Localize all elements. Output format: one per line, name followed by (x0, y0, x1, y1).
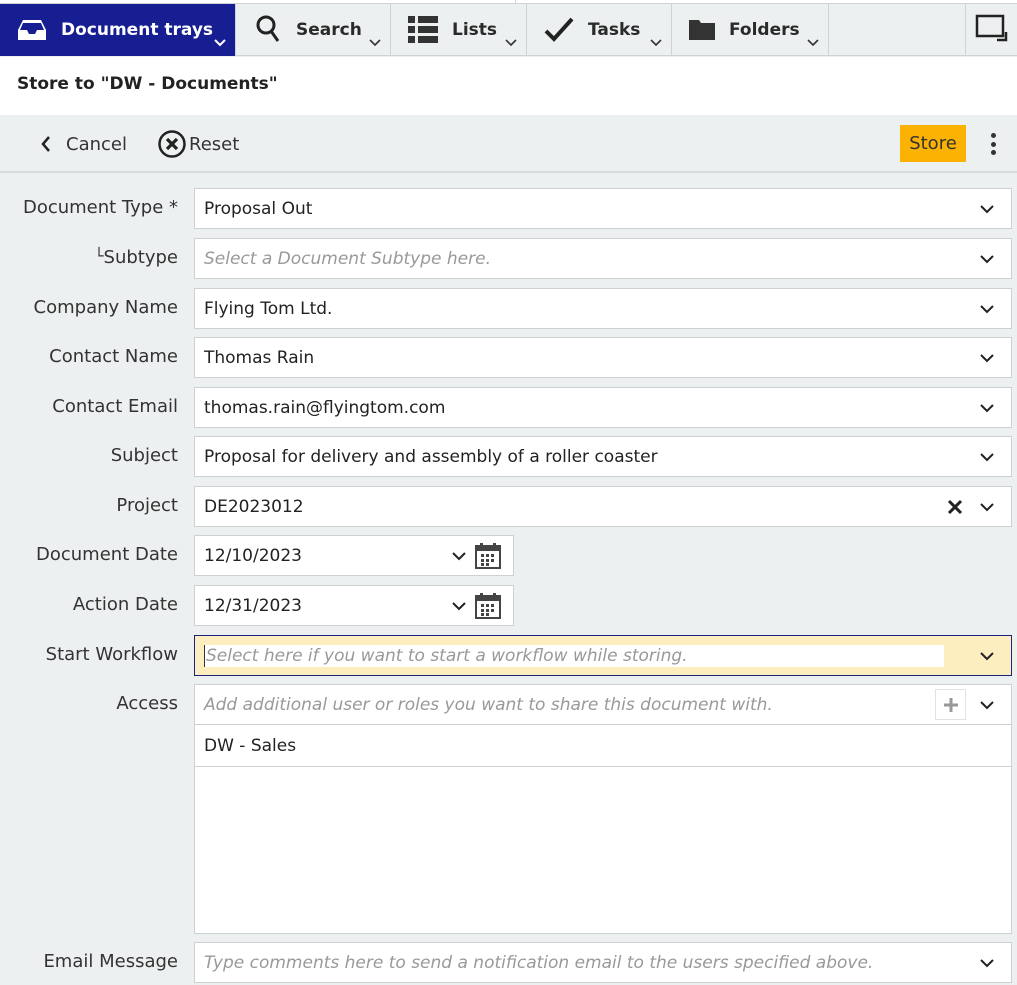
subtype-prefix: └ (94, 247, 104, 265)
toolbar: Cancel Reset Store (0, 115, 1017, 173)
start-workflow-label: Start Workflow (45, 644, 178, 665)
action-date-label: Action Date (72, 594, 178, 615)
contact-name-label: Contact Name (49, 346, 178, 367)
more-options-icon[interactable] (984, 129, 1002, 159)
chevron-down-icon[interactable] (972, 393, 1002, 423)
page-header: Store to "DW - Documents" (0, 57, 1017, 115)
subtype-field[interactable]: Select a Document Subtype here. (194, 238, 1012, 279)
subtype-placeholder: Select a Document Subtype here. (204, 248, 491, 269)
chevron-down-icon[interactable] (972, 492, 1002, 522)
folder-icon (689, 20, 715, 40)
access-list: DW - Sales (194, 725, 1012, 934)
chevron-down-icon[interactable] (213, 33, 227, 52)
subject-field[interactable]: Proposal for delivery and assembly of a … (194, 436, 1012, 477)
main-nav: Document trays Search Lists Tasks Folder… (0, 4, 1017, 56)
page-title: Store to "DW - Documents" (17, 74, 278, 94)
tab-folders[interactable]: Folders (672, 4, 829, 56)
tab-label: Search (296, 20, 362, 40)
tab-label: Folders (729, 20, 800, 40)
subtype-label: └Subtype (94, 247, 178, 268)
tab-tasks[interactable]: Tasks (527, 4, 672, 56)
chevron-down-icon[interactable] (449, 591, 469, 621)
access-list-item[interactable]: DW - Sales (195, 725, 1011, 767)
chevron-down-icon[interactable] (972, 690, 1002, 720)
contact-name-value: Thomas Rain (204, 347, 315, 368)
project-label: Project (116, 495, 178, 516)
company-name-value: Flying Tom Ltd. (204, 298, 333, 319)
chevron-down-icon[interactable] (806, 33, 820, 52)
project-value: DE2023012 (204, 496, 304, 517)
document-type-field[interactable]: Proposal Out (194, 188, 1012, 229)
subject-value: Proposal for delivery and assembly of a … (204, 446, 658, 467)
plus-icon (943, 697, 958, 712)
chevron-down-icon[interactable] (449, 541, 469, 571)
email-message-field[interactable]: Type comments here to send a notificatio… (194, 942, 1012, 983)
access-placeholder: Add additional user or roles you want to… (204, 694, 773, 715)
subject-label: Subject (110, 445, 178, 466)
access-field[interactable]: Add additional user or roles you want to… (194, 684, 1012, 725)
reset-icon (157, 129, 187, 159)
document-date-field[interactable]: 12/10/2023 (194, 535, 514, 576)
window-resize-icon (975, 14, 1009, 46)
store-button[interactable]: Store (900, 125, 966, 162)
chevron-down-icon[interactable] (972, 343, 1002, 373)
chevron-down-icon[interactable] (504, 33, 518, 52)
document-date-label: Document Date (36, 544, 178, 565)
chevron-down-icon[interactable] (972, 641, 1002, 671)
tab-label: Tasks (588, 20, 641, 40)
reset-label: Reset (189, 133, 240, 155)
calendar-icon[interactable] (475, 542, 501, 569)
tab-label: Lists (452, 20, 498, 40)
search-icon (256, 15, 282, 45)
checkmark-icon (544, 17, 574, 43)
company-name-label: Company Name (33, 297, 178, 318)
chevron-down-icon[interactable] (649, 33, 663, 52)
chevron-down-icon[interactable] (368, 33, 382, 52)
tab-lists[interactable]: Lists (391, 4, 527, 56)
email-message-label: Email Message (43, 951, 178, 972)
list-icon (408, 16, 438, 44)
window-resize-button[interactable] (965, 4, 1017, 56)
chevron-down-icon[interactable] (972, 294, 1002, 324)
document-type-label: Document Type * (22, 197, 178, 218)
tab-label: Document trays (61, 20, 214, 40)
contact-email-value: thomas.rain@flyingtom.com (204, 397, 446, 418)
subtype-label-text: Subtype (103, 247, 178, 268)
email-message-placeholder: Type comments here to send a notificatio… (204, 952, 874, 973)
access-label: Access (116, 693, 178, 714)
action-date-field[interactable]: 12/31/2023 (194, 585, 514, 626)
document-date-value: 12/10/2023 (204, 545, 302, 566)
chevron-left-icon (40, 135, 52, 153)
tray-icon (17, 18, 47, 42)
action-date-value: 12/31/2023 (204, 595, 302, 616)
company-name-field[interactable]: Flying Tom Ltd. (194, 288, 1012, 329)
cancel-button[interactable]: Cancel (40, 115, 127, 173)
contact-name-field[interactable]: Thomas Rain (194, 337, 1012, 378)
contact-email-field[interactable]: thomas.rain@flyingtom.com (194, 387, 1012, 428)
tab-document-trays[interactable]: Document trays (0, 4, 236, 56)
start-workflow-input[interactable]: Select here if you want to start a workf… (204, 644, 944, 667)
document-type-value: Proposal Out (204, 198, 313, 219)
chevron-down-icon[interactable] (972, 948, 1002, 978)
tab-search[interactable]: Search (236, 4, 391, 56)
cancel-label: Cancel (66, 133, 127, 155)
start-workflow-field[interactable]: Select here if you want to start a workf… (194, 635, 1012, 676)
clear-icon[interactable] (940, 492, 970, 522)
contact-email-label: Contact Email (52, 396, 178, 417)
add-access-button[interactable] (935, 689, 966, 720)
chevron-down-icon[interactable] (972, 194, 1002, 224)
reset-button[interactable]: Reset (157, 115, 239, 173)
chevron-down-icon[interactable] (972, 442, 1002, 472)
project-field[interactable]: DE2023012 (194, 486, 1012, 527)
chevron-down-icon[interactable] (972, 244, 1002, 274)
calendar-icon[interactable] (475, 592, 501, 619)
